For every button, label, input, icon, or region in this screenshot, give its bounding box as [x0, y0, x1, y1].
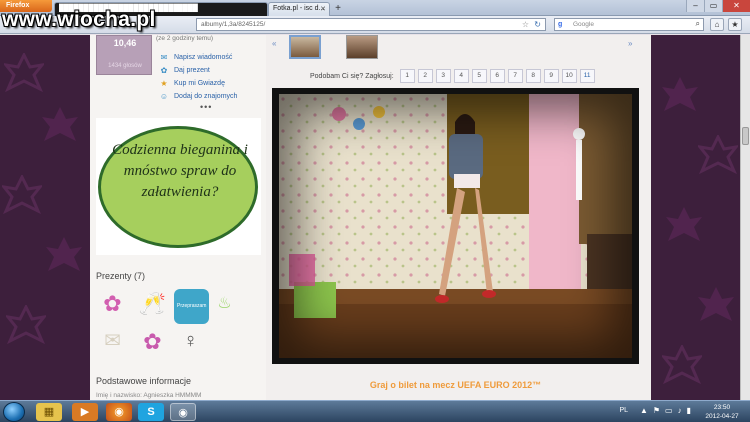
- vote-label: Podobam Ci się? Zagłosuj:: [310, 72, 394, 80]
- basic-info-title: Podstawowe informacje: [96, 376, 192, 386]
- add-friend-icon: ☺: [159, 92, 169, 101]
- letter-gift-icon[interactable]: ✉: [96, 325, 129, 358]
- tab-fotka[interactable]: Fotka.pl - isc d... ✕: [268, 2, 330, 16]
- close-tab-icon[interactable]: ✕: [320, 5, 326, 13]
- scrollbar-thumb[interactable]: [742, 127, 749, 145]
- language-indicator[interactable]: PL: [619, 407, 628, 414]
- leaf-decoration: [666, 207, 702, 241]
- profile-actions: ✉ Napisz wiadomość ✿ Daj prezent ★ Kup m…: [159, 51, 238, 103]
- action-label: Dodaj do znajomych: [174, 93, 238, 100]
- media-player-icon[interactable]: ▶: [72, 403, 98, 421]
- thumbnail-1[interactable]: [289, 35, 321, 59]
- action-label: Napisz wiadomość: [174, 54, 233, 61]
- euro-2012-link[interactable]: Graj o bilet na mecz UEFA EURO 2012™: [272, 380, 639, 390]
- main-photo[interactable]: [279, 94, 632, 358]
- promo-banner[interactable]: Codzienna bieganina i mnóstwo spraw do z…: [96, 118, 261, 255]
- photo-illustration: [279, 94, 632, 358]
- action-label: Kup mi Gwiazdę: [174, 80, 225, 87]
- action-label: Daj prezent: [174, 67, 210, 74]
- google-icon[interactable]: g: [558, 21, 568, 29]
- leaf-decoration: [698, 287, 734, 321]
- give-gift-link[interactable]: ✿ Daj prezent: [159, 64, 237, 77]
- orchid-gift-icon[interactable]: ✿: [96, 287, 129, 320]
- skype-icon[interactable]: S: [138, 403, 164, 421]
- bookmarks-icon[interactable]: ★: [728, 18, 742, 31]
- vote-button-5[interactable]: 5: [471, 69, 487, 83]
- close-window-button[interactable]: ✕: [722, 0, 750, 12]
- orchid-gift-icon[interactable]: ✿: [136, 325, 169, 358]
- maximize-button[interactable]: ▭: [704, 0, 722, 12]
- last-seen-note: (ze 2 godziny temu): [156, 35, 214, 42]
- url-bar[interactable]: albumy/1,3a/8245125/ ☆ ↻: [196, 18, 546, 31]
- vote-button-10[interactable]: 10: [561, 69, 577, 83]
- leaf-decoration: [2, 175, 42, 215]
- new-tab-button[interactable]: +: [332, 3, 344, 15]
- leaf-decoration: [698, 135, 738, 175]
- minimize-button[interactable]: –: [686, 0, 704, 12]
- clock-time: 23:50: [713, 404, 731, 411]
- prev-arrow-icon[interactable]: «: [272, 39, 276, 48]
- leaf-decoration: [662, 77, 698, 111]
- reload-icon[interactable]: ↻: [534, 20, 541, 29]
- gifts-title: Prezenty (7): [96, 271, 146, 281]
- window-controls: – ▭ ✕: [686, 0, 750, 12]
- leaf-decoration: [42, 107, 78, 141]
- mail-icon: ✉: [160, 53, 168, 62]
- thumbnail-2[interactable]: [346, 35, 378, 59]
- rating-caption: 1434 głosów: [108, 63, 142, 69]
- leaf-decoration: [6, 305, 46, 345]
- vote-button-2[interactable]: 2: [417, 69, 433, 83]
- leaf-decoration: [46, 237, 82, 271]
- windows-taskbar: ▦ ▶ ◉ S ◉ PL ▲⚑▭♪▮ 23:50 2012-04-27: [0, 400, 750, 422]
- search-placeholder: Google: [573, 21, 594, 28]
- figure-gift-icon[interactable]: ♀: [174, 325, 207, 358]
- vote-button-8[interactable]: 8: [525, 69, 541, 83]
- clock[interactable]: 23:50 2012-04-27: [702, 403, 742, 421]
- page-viewport: 10,46 1434 głosów (ze 2 godziny temu) ✉ …: [0, 35, 750, 400]
- vote-row: Podobam Ci się? Zagłosuj: 1 2 3 4 5 6 7 …: [310, 69, 598, 83]
- star-icon: ★: [160, 79, 168, 88]
- leaf-decoration: [662, 345, 702, 385]
- basic-info-row: Imię i nazwisko: Agnieszka HMMMM: [96, 392, 202, 399]
- photo-thumbnails: « »: [272, 35, 638, 63]
- firefox-active-task-icon[interactable]: ◉: [170, 403, 196, 421]
- next-arrow-icon[interactable]: »: [628, 39, 632, 48]
- tray-icons[interactable]: ▲⚑▭♪▮: [640, 406, 696, 415]
- clock-date: 2012-04-27: [705, 413, 739, 420]
- vote-button-7[interactable]: 7: [507, 69, 523, 83]
- tab-label: Fotka.pl - isc d...: [273, 5, 325, 12]
- cake-gift-icon[interactable]: ♨: [208, 287, 241, 320]
- home-icon[interactable]: ⌂: [710, 18, 724, 31]
- add-friend-link[interactable]: ☺ Dodaj do znajomych: [159, 90, 238, 103]
- main-photo-frame: [272, 88, 639, 364]
- promo-text: Codzienna bieganina i mnóstwo spraw do z…: [112, 142, 248, 200]
- buy-star-link[interactable]: ★ Kup mi Gwiazdę: [159, 77, 237, 90]
- explorer-icon[interactable]: ▦: [36, 403, 62, 421]
- vote-button-3[interactable]: 3: [435, 69, 451, 83]
- sorry-gift-icon[interactable]: ❤ Przepraszam: [174, 287, 210, 324]
- start-button[interactable]: [3, 402, 25, 422]
- page-scrollbar[interactable]: [740, 35, 750, 400]
- bookmark-star-icon[interactable]: ☆: [522, 20, 529, 29]
- gift-icon: ✿: [160, 66, 168, 75]
- url-text: albumy/1,3a/8245125/: [201, 21, 266, 28]
- firefox-task-icon[interactable]: ◉: [106, 403, 132, 421]
- search-icon[interactable]: ⌕: [696, 19, 700, 29]
- rating-box: 10,46 1434 głosów: [96, 35, 152, 75]
- vote-button-9[interactable]: 9: [543, 69, 559, 83]
- champagne-gift-icon[interactable]: 🥂: [136, 287, 169, 320]
- sorry-gift-label: Przepraszam: [174, 289, 210, 324]
- more-actions-button[interactable]: •••: [200, 102, 212, 112]
- rating-value: 10,46: [113, 38, 137, 48]
- vote-button-11[interactable]: 11: [579, 69, 595, 83]
- site-watermark: www.wiocha.pl: [2, 8, 156, 31]
- search-bar[interactable]: g Google ⌕: [554, 18, 704, 31]
- send-message-link[interactable]: ✉ Napisz wiadomość: [159, 51, 237, 64]
- vote-button-4[interactable]: 4: [453, 69, 469, 83]
- leaf-decoration: [4, 53, 44, 93]
- vote-button-1[interactable]: 1: [399, 69, 415, 83]
- vote-button-6[interactable]: 6: [489, 69, 505, 83]
